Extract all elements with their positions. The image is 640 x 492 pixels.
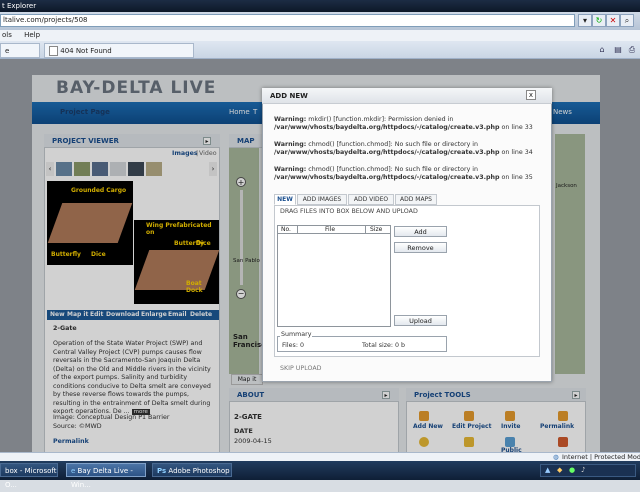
tab-add-video[interactable]: ADD VIDEO	[348, 194, 394, 205]
warning-2: Warning: chmod() [function.chmod]: No su…	[274, 141, 544, 157]
col-size: Size	[370, 226, 383, 233]
refresh-icon[interactable]: ↻	[592, 14, 606, 27]
warning-line: on line 35	[501, 174, 533, 181]
total-size: Total size: 0 b	[362, 342, 406, 349]
tab-add-maps[interactable]: ADD MAPS	[395, 194, 437, 205]
print-icon[interactable]: ⎙	[626, 44, 638, 56]
close-icon[interactable]: x	[526, 90, 536, 100]
tab-new[interactable]: NEW	[274, 194, 296, 205]
warning-3: Warning: chmod() [function.chmod]: No su…	[274, 166, 544, 182]
summary-label: Summary	[280, 331, 313, 338]
tray-icon[interactable]: ♪	[581, 466, 585, 474]
menu-tools[interactable]: ols	[2, 31, 12, 39]
upload-button[interactable]: Upload	[394, 315, 447, 326]
col-file: File	[325, 226, 336, 233]
ie-icon: e	[71, 467, 76, 475]
col-no: No.	[281, 226, 291, 233]
warning-text: chmod() [function.chmod]: No such file o…	[308, 141, 479, 148]
tray-icon[interactable]: ▲	[545, 466, 550, 474]
warning-path: /var/www/vhosts/baydelta.org/httpdocs/-/…	[274, 149, 500, 156]
dropdown-icon[interactable]: ▾	[578, 14, 592, 27]
taskbar-photoshop[interactable]: Ps Adobe Photoshop	[152, 463, 232, 477]
taskbar-ps-label: Adobe Photoshop	[168, 467, 230, 475]
address-input[interactable]: ltalive.com/projects/508	[0, 14, 575, 27]
file-list-header: No. File Size	[277, 225, 391, 234]
tab-label: 404 Not Found	[60, 47, 112, 55]
photoshop-icon: Ps	[157, 467, 167, 475]
dialog-title: ADD NEW	[262, 88, 552, 104]
tab-previous[interactable]: e	[0, 43, 40, 58]
tray-icon[interactable]: ◆	[557, 466, 562, 474]
stop-icon[interactable]: ✕	[606, 14, 620, 27]
page-icon	[49, 46, 58, 56]
files-count: Files: 0	[282, 342, 304, 349]
warning-1: Warning: mkdir() [function.mkdir]: Permi…	[274, 116, 544, 132]
drag-instructions: DRAG FILES INTO BOX BELOW AND UPLOAD	[280, 208, 418, 215]
search-icon[interactable]: ⌕	[620, 14, 634, 27]
warning-text: mkdir() [function.mkdir]: Permission den…	[308, 116, 454, 123]
remove-button[interactable]: Remove	[394, 242, 447, 253]
col-divider	[365, 225, 366, 234]
tab-404[interactable]: 404 Not Found	[44, 43, 194, 58]
taskbar-ie[interactable]: e Bay Delta Live - Win...	[66, 463, 146, 489]
warning-line: on line 34	[501, 149, 533, 156]
menu-bar: ols Help	[0, 30, 640, 41]
warning-label: Warning:	[274, 116, 307, 123]
tray-icon[interactable]: ●	[569, 466, 575, 474]
taskbar-outlook[interactable]: box - Microsoft O...	[0, 463, 58, 489]
warning-path: /var/www/vhosts/baydelta.org/httpdocs/-/…	[274, 124, 500, 131]
file-drop-box[interactable]	[277, 225, 391, 327]
warning-path: /var/www/vhosts/baydelta.org/httpdocs/-/…	[274, 174, 500, 181]
warning-label: Warning:	[274, 166, 307, 173]
warning-label: Warning:	[274, 141, 307, 148]
system-tray: ▲ ◆ ● ♪	[540, 464, 636, 477]
menu-help[interactable]: Help	[24, 31, 40, 39]
window-titlebar: t Explorer	[0, 0, 640, 12]
home-icon[interactable]: ⌂	[596, 44, 608, 56]
warning-line: on line 33	[501, 124, 533, 131]
warning-text: chmod() [function.chmod]: No such file o…	[308, 166, 479, 173]
php-warnings: Warning: mkdir() [function.mkdir]: Permi…	[274, 116, 544, 192]
col-divider	[297, 225, 298, 234]
tab-add-images[interactable]: ADD IMAGES	[297, 194, 347, 205]
add-button[interactable]: Add	[394, 226, 447, 237]
rss-icon[interactable]: ▤	[612, 44, 624, 56]
skip-upload-link[interactable]: SKIP UPLOAD	[280, 365, 321, 372]
